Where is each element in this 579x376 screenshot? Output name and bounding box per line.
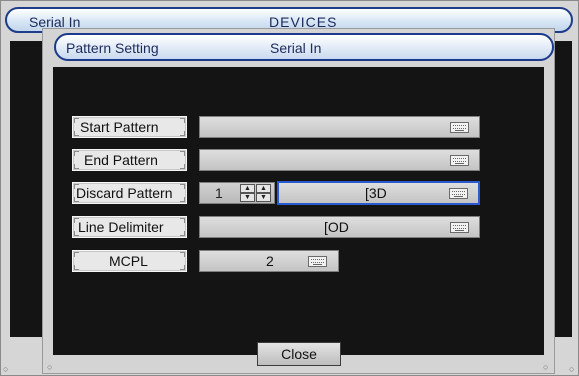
corner-dot-icon: ○ (569, 364, 575, 374)
dialog-content-area (53, 67, 544, 355)
mcpl-value: 2 (266, 253, 274, 269)
keyboard-icon[interactable] (450, 122, 469, 133)
discard-count-value: 1 (215, 185, 223, 201)
keyboard-icon[interactable] (308, 256, 327, 267)
end-pattern-label-text: End Pattern (84, 152, 158, 168)
end-pattern-field[interactable] (199, 149, 480, 171)
line-delimiter-label: Line Delimiter (72, 216, 187, 238)
keyboard-icon[interactable] (450, 222, 469, 233)
discard-pattern-label-text: Discard Pattern (76, 185, 173, 201)
mcpl-label: MCPL (72, 250, 187, 272)
discard-pattern-value: [3D (365, 185, 387, 201)
keyboard-icon[interactable] (450, 155, 469, 166)
close-button[interactable]: Close (257, 342, 341, 366)
corner-dot-icon: ○ (543, 362, 549, 372)
end-pattern-label: End Pattern (72, 149, 187, 171)
mcpl-field[interactable]: 2 (199, 250, 339, 272)
dialog-subtitle: Serial In (270, 40, 322, 56)
corner-dot-icon: ○ (3, 364, 9, 374)
start-pattern-label: Start Pattern (72, 116, 187, 138)
start-pattern-field[interactable] (199, 116, 480, 138)
spin-down-icon[interactable]: ▼ (256, 193, 271, 202)
line-delimiter-field[interactable]: [OD (199, 216, 480, 238)
line-delimiter-value: [OD (324, 219, 349, 235)
spin-up-icon[interactable]: ▲ (256, 184, 271, 193)
discard-count-stepper[interactable]: 1 ▲ ▼ ▲ ▼ (199, 182, 275, 204)
discard-pattern-label: Discard Pattern (72, 182, 187, 204)
discard-pattern-field[interactable]: [3D (277, 181, 480, 205)
dialog-titlebar: Pattern Setting Serial In (54, 33, 554, 61)
spin-up-icon[interactable]: ▲ (240, 184, 255, 193)
start-pattern-label-text: Start Pattern (80, 119, 159, 135)
line-delimiter-label-text: Line Delimiter (78, 219, 164, 235)
pattern-setting-dialog: Pattern Setting Serial In Start Pattern … (42, 28, 555, 374)
spin-down-icon[interactable]: ▼ (240, 193, 255, 202)
keyboard-icon[interactable] (449, 188, 468, 199)
dialog-title: Pattern Setting (66, 40, 159, 56)
mcpl-label-text: MCPL (109, 253, 148, 269)
corner-dot-icon: ○ (47, 362, 53, 372)
